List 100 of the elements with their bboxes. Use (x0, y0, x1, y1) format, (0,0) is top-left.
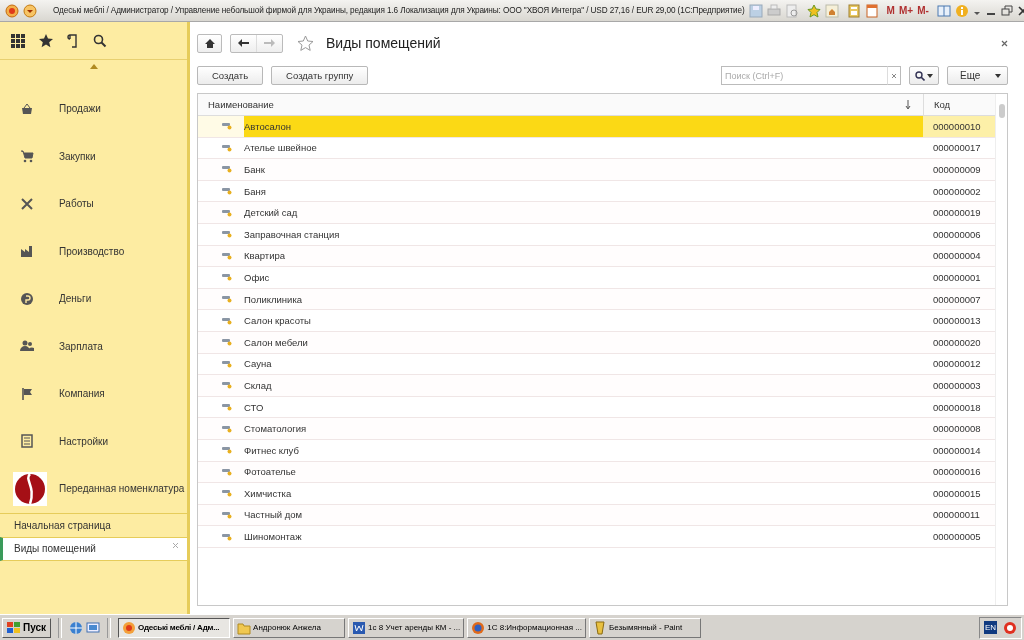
collapse-caret-icon[interactable] (89, 64, 98, 69)
taskbar-button[interactable]: Безымянный - Paint (589, 617, 701, 638)
item-icon (222, 467, 232, 476)
globe-icon[interactable] (69, 620, 84, 635)
table-cell-text: Баня (244, 184, 267, 199)
item-icon (222, 230, 232, 239)
table-cell-text: Фотоателье (244, 465, 297, 480)
table-cell-text: Химчистка (244, 486, 293, 501)
table-cell-text: Ателье швейное (244, 141, 318, 156)
taskbar-button[interactable]: Одеські меблі / Адм... (118, 617, 231, 638)
section-item[interactable]: Производство (0, 227, 187, 275)
tools-icon (19, 196, 34, 211)
item-icon (222, 489, 232, 498)
table-cell-text: СТО (244, 400, 265, 415)
open-window-tab[interactable]: Виды помещений (0, 536, 187, 561)
close-icon[interactable] (1001, 39, 1008, 47)
table-cell: 000000010 (923, 116, 995, 137)
item-icon (222, 316, 232, 325)
table-cell-text: 000000018 (932, 400, 982, 415)
table-cell-text: 000000002 (932, 184, 982, 199)
table-cell-text: Салон красоты (244, 314, 312, 329)
search-options-button[interactable] (909, 66, 939, 85)
column-header[interactable]: Наименование (198, 94, 923, 115)
taskbar-button[interactable]: 1С 8:Информационная ... (467, 617, 586, 638)
table-cell-text: 000000008 (932, 422, 982, 437)
section-item[interactable]: Переданная номенклатура (0, 465, 187, 513)
table-cell-text: Склад (244, 378, 273, 393)
table-cell-text: 000000001 (932, 270, 982, 285)
item-icon (222, 273, 232, 282)
app-logo-icon (122, 620, 137, 635)
language-indicator[interactable]: EN (983, 621, 997, 634)
section-item[interactable]: Деньги (0, 275, 187, 323)
taskbar-button[interactable]: Андронюк Анжела (233, 617, 346, 638)
panels-icon[interactable] (936, 3, 951, 18)
clear-icon[interactable] (891, 72, 897, 79)
history-icon[interactable] (67, 33, 79, 48)
coin-icon (19, 291, 34, 306)
table-cell-text: 000000014 (932, 443, 982, 458)
flag-icon (19, 386, 34, 401)
apps-grid-icon[interactable] (11, 33, 25, 48)
toolbar-button[interactable]: Создать группу (271, 66, 369, 85)
memory-button[interactable]: M+ (898, 5, 914, 16)
open-window-tab[interactable]: Начальная страница (0, 512, 187, 537)
more-button[interactable]: Еще (947, 66, 1008, 85)
windows-logo-icon (7, 621, 20, 634)
table-cell-text: 000000004 (932, 249, 982, 264)
preview-icon[interactable] (784, 3, 799, 18)
memory-button[interactable]: M (886, 5, 895, 16)
search-field[interactable]: Поиск (Ctrl+F) (721, 66, 887, 85)
favorites-icon[interactable] (806, 3, 821, 18)
calculator-icon[interactable] (846, 3, 861, 18)
item-icon (222, 532, 232, 541)
section-item[interactable]: Закупки (0, 132, 187, 180)
memory-button[interactable]: M- (917, 5, 929, 16)
item-icon (222, 424, 232, 433)
item-icon (222, 511, 232, 519)
table-cell-text: Поликлиника (244, 292, 304, 307)
item-icon (222, 187, 232, 196)
home-button[interactable] (197, 33, 222, 53)
app-logo-icon[interactable] (5, 3, 19, 18)
scrollbar-thumb[interactable] (998, 104, 1005, 118)
section-item[interactable]: Компания (0, 370, 187, 418)
star-icon[interactable] (39, 33, 53, 48)
taskbar-button[interactable]: 1с 8 Учет аренды КМ - ... (348, 617, 465, 638)
tray-app-icon[interactable] (1003, 620, 1017, 635)
toolbar-button[interactable]: Создать (197, 66, 264, 85)
table-cell-text: Стоматология (244, 422, 308, 437)
basket-icon (19, 101, 34, 116)
search-icon[interactable] (93, 33, 107, 48)
table-cell-text: 000000017 (932, 141, 982, 156)
item-icon (222, 295, 232, 304)
item-icon (222, 143, 232, 152)
column-header[interactable]: Код (923, 94, 995, 115)
table-cell-text: 000000011 (932, 508, 981, 523)
start-button[interactable]: Пуск (2, 617, 52, 638)
table-cell-text: 000000015 (932, 486, 982, 501)
section-item[interactable]: Продажи (0, 85, 187, 133)
table-cell-text: 000000020 (932, 335, 982, 350)
item-icon (222, 403, 232, 411)
section-item[interactable]: Работы (0, 180, 187, 228)
table-cell-text: 000000019 (932, 206, 982, 221)
section-item[interactable]: Зарплата (0, 322, 187, 370)
star-outline-icon[interactable] (297, 34, 314, 52)
dropdown-icon[interactable] (23, 3, 37, 18)
close-icon[interactable] (1016, 3, 1024, 18)
restore-icon[interactable] (1000, 3, 1013, 18)
table-cell: Автосалон (244, 116, 923, 137)
window-title: Одеські меблі / Администратор / Управление небольшой фирмой для Украины, редакция 1.6 Локализация для Украины: ООО "ХВОЯ Интегра" / USD 27,16 / EUR 29,00 (1С:Предприятие) (53, 6, 745, 15)
calendar-icon[interactable] (864, 3, 879, 18)
desktop-icon[interactable] (86, 620, 101, 635)
back-arrow-icon (238, 39, 249, 47)
table-cell-text: 000000003 (932, 378, 982, 393)
item-icon (222, 381, 232, 390)
table-cell-text: Салон мебели (244, 335, 309, 350)
cart-icon (19, 149, 34, 164)
section-item[interactable]: Настройки (0, 417, 187, 465)
caret-icon (995, 73, 1001, 78)
home-page-icon[interactable] (824, 3, 839, 18)
table-cell-text: Сауна (244, 357, 273, 372)
caret-icon (927, 73, 933, 78)
